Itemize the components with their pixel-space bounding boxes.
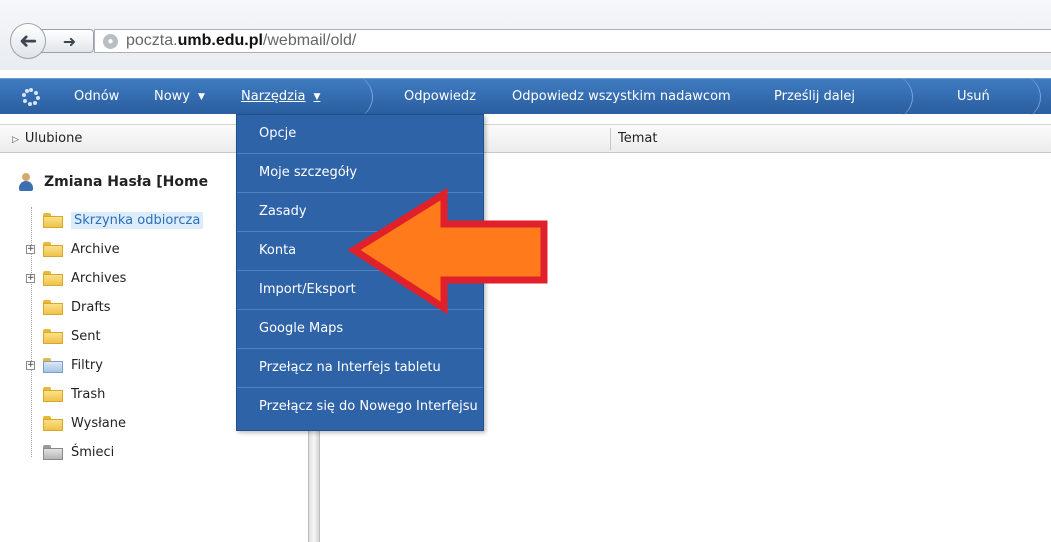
dropdown-arrow-icon: ▼ bbox=[198, 92, 205, 102]
folder-icon bbox=[43, 328, 63, 344]
expand-plus-icon[interactable]: + bbox=[26, 273, 35, 283]
folder-label: Skrzynka odbiorcza bbox=[71, 211, 204, 229]
expand-plus-icon[interactable]: + bbox=[26, 360, 35, 370]
url-domain: umb.edu.pl bbox=[177, 32, 263, 49]
folder-archive[interactable]: + Archive bbox=[26, 236, 120, 262]
folder-label: Drafts bbox=[71, 299, 111, 315]
forward-button[interactable]: ➜ bbox=[38, 29, 94, 53]
refresh-icon[interactable] bbox=[22, 88, 40, 106]
globe-icon: ● bbox=[103, 33, 118, 49]
filter-folder-icon bbox=[43, 357, 63, 373]
folder-label: Trash bbox=[71, 386, 106, 402]
expand-plus-icon[interactable]: + bbox=[26, 244, 35, 254]
reply-button[interactable]: Odpowiedz bbox=[404, 79, 476, 115]
toolbar-separator bbox=[1024, 79, 1046, 115]
folder-inbox[interactable]: Skrzynka odbiorcza bbox=[26, 207, 204, 233]
url-host: poczta. bbox=[126, 32, 178, 49]
folder-trash[interactable]: Trash bbox=[26, 381, 105, 407]
inbox-folder-icon bbox=[43, 212, 63, 228]
folder-filters[interactable]: + Filtry bbox=[26, 352, 103, 378]
new-button[interactable]: Nowy ▼ bbox=[154, 79, 205, 115]
menu-item-options[interactable]: Opcje bbox=[237, 115, 483, 154]
forward-message-button[interactable]: Prześlij dalej bbox=[774, 79, 855, 115]
dropdown-arrow-icon: ▼ bbox=[313, 92, 321, 102]
arrow-right-icon: ➜ bbox=[62, 31, 77, 51]
sent-folder-icon bbox=[43, 415, 63, 431]
annotation-arrow-icon bbox=[347, 188, 548, 315]
expand-triangle-icon[interactable]: ▷ bbox=[12, 135, 19, 145]
mail-toolbar: Odnów Nowy ▼ Narzędzia ▼ Odpowiedz Odpowie… bbox=[0, 78, 1051, 115]
menu-item-new-interface[interactable]: Przełącz się do Nowego Interfejsu bbox=[237, 388, 483, 427]
url-path: /webmail/old/ bbox=[262, 32, 357, 49]
folder-label: Archives bbox=[71, 270, 127, 286]
column-separator[interactable] bbox=[610, 128, 611, 150]
arrow-left-icon: ➜ bbox=[18, 28, 38, 54]
annotation-arrow-shape bbox=[347, 188, 548, 315]
new-label: Nowy bbox=[154, 89, 191, 104]
refresh-button[interactable]: Odnów bbox=[74, 79, 119, 115]
folder-sent[interactable]: Sent bbox=[26, 323, 101, 349]
folder-icon bbox=[43, 386, 63, 402]
account-label: Zmiana Hasła [Home bbox=[44, 174, 209, 190]
archive-folder-icon bbox=[43, 241, 63, 257]
folder-label: Archive bbox=[71, 241, 120, 257]
folder-label: Filtry bbox=[71, 357, 103, 373]
folder-archives[interactable]: + Archives bbox=[26, 265, 126, 291]
folder-junk[interactable]: Śmieci bbox=[26, 439, 114, 465]
toolbar-separator bbox=[896, 79, 918, 115]
folder-icon bbox=[43, 299, 63, 315]
back-button[interactable]: ➜ bbox=[10, 23, 46, 59]
folder-drafts[interactable]: Drafts bbox=[26, 294, 111, 320]
navigation-buttons: ➜ ➜ bbox=[10, 23, 94, 59]
browser-toolbar: ➜ ➜ ● poczta. umb.edu.pl/webmail/old/ bbox=[0, 0, 1051, 70]
tools-menu-button[interactable]: Narzędzia ▼ bbox=[241, 79, 320, 115]
delete-button[interactable]: Usuń bbox=[957, 79, 990, 115]
favorites-label: Ulubione bbox=[24, 131, 83, 146]
user-icon bbox=[18, 173, 34, 191]
folder-sent-pl[interactable]: Wysłane bbox=[26, 410, 126, 436]
folder-label: Sent bbox=[71, 328, 101, 344]
subject-column-header[interactable]: Temat bbox=[618, 125, 657, 153]
reply-all-button[interactable]: Odpowiedz wszystkim nadawcom bbox=[512, 79, 731, 115]
folder-label: Wysłane bbox=[71, 415, 126, 431]
trash-bin-icon bbox=[43, 444, 63, 460]
folder-label: Śmieci bbox=[71, 444, 115, 460]
menu-item-tablet-interface[interactable]: Przełącz na Interfejs tabletu bbox=[237, 349, 483, 388]
account-node[interactable]: Zmiana Hasła [Home bbox=[18, 173, 208, 191]
tools-label: Narzędzia bbox=[241, 89, 306, 104]
folder-icon bbox=[43, 270, 63, 286]
address-bar[interactable]: ● poczta. umb.edu.pl/webmail/old/ bbox=[94, 29, 1051, 53]
toolbar-separator bbox=[356, 79, 378, 115]
